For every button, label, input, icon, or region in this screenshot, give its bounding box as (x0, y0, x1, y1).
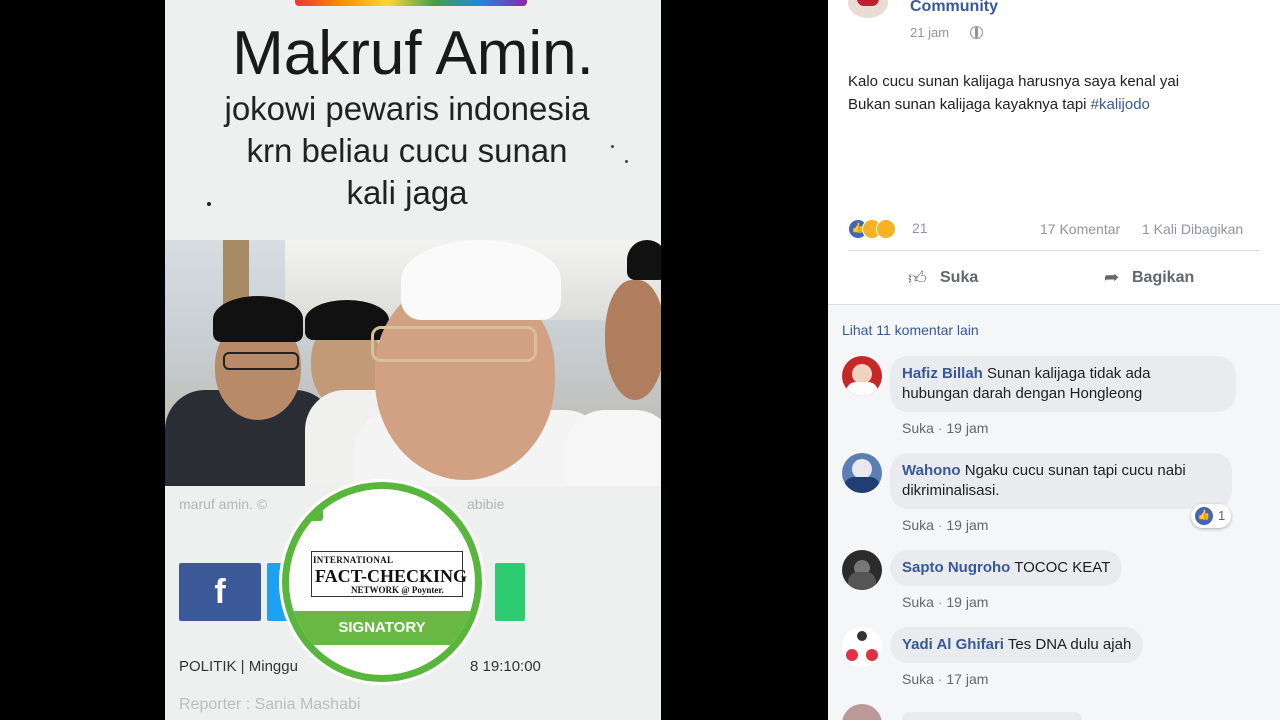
comment-text: Tes DNA dulu ajah (1007, 636, 1132, 653)
page-avatar[interactable] (848, 0, 888, 18)
shared-news-image[interactable]: Makruf Amin. jokowi pewaris indonesia kr… (165, 0, 661, 720)
divider (848, 250, 1260, 251)
reaction-count: 21 (912, 220, 928, 236)
commenter-name[interactable]: Yadi Al Ghifari (902, 636, 1004, 653)
comment-like-link[interactable]: Suka (902, 671, 934, 687)
view-more-comments-link[interactable]: Lihat 11 komentar lain (842, 322, 979, 338)
comment-reaction-count: 1 (1218, 508, 1226, 523)
hashtag-link[interactable]: #kalijodo (1091, 96, 1150, 113)
share-button-label: Bagikan (1132, 269, 1195, 286)
comment-time[interactable]: 19 jam (946, 594, 988, 610)
comment-text-cont: dikriminalisasi. (902, 482, 1000, 499)
like-button-label: Suka (940, 269, 979, 286)
comment-bubble: Hafiz Billah Sunan kalijaga tidak ada hu… (890, 356, 1236, 412)
news-site-logo (295, 0, 527, 6)
news-quote: jokowi pewaris indonesia krn beliau cucu… (187, 88, 627, 214)
comment-meta: Suka · 17 jam (902, 671, 989, 687)
speck (611, 145, 614, 148)
like-reaction-icon: 👍 (1195, 507, 1213, 525)
comment-count-link[interactable]: 17 Komentar (1040, 221, 1120, 237)
comment-text: Sunan kalijaga tidak ada (987, 365, 1151, 382)
comment-like-link[interactable]: Suka (902, 517, 934, 533)
share-count-link[interactable]: 1 Kali Dibagikan (1142, 221, 1243, 237)
article-reporter: Reporter : Sania Mashabi (179, 696, 361, 713)
comment-text: TOCOC KEAT (1014, 559, 1111, 576)
comment-time[interactable]: 19 jam (946, 517, 988, 533)
ifcn-logo-icon: ⊡ (303, 501, 323, 521)
comment-reaction-badge[interactable]: 👍 1 (1191, 504, 1231, 528)
post-text: Kalo cucu sunan kalijaga harusnya saya k… (848, 70, 1268, 116)
quote-line-2: krn beliau cucu sunan (246, 132, 568, 169)
whatsapp-share-button (495, 563, 525, 621)
quote-line-3: kali jaga (346, 174, 468, 211)
comment-bubble: Yadi Al Ghifari Tes DNA dulu ajah (890, 627, 1144, 663)
ifcn-line-3: NETWORK @ Poynter. (351, 585, 444, 595)
ifcn-signatory-badge: ⊡ INTERNATIONAL FACT-CHECKING NETWORK @ … (282, 482, 482, 682)
speck (625, 160, 628, 163)
commenter-name[interactable]: Wahono (902, 462, 961, 479)
comment-meta: Suka · 19 jam (902, 517, 989, 533)
comment-bubble: Wahono Ngaku cucu sunan tapi cucu nabi d… (890, 453, 1232, 509)
comment-time[interactable]: 19 jam (946, 420, 988, 436)
comment-like-link[interactable]: Suka (902, 420, 934, 436)
post-text-line-2-body: Bukan sunan kalijaga kayaknya tapi (848, 96, 1091, 113)
facebook-share-button: f (179, 563, 261, 621)
avatar[interactable] (842, 453, 882, 493)
comment-text-cont: hubungan darah dengan Hongleong (902, 385, 1143, 402)
comment-bubble-partial (902, 712, 1082, 720)
ifcn-line-2: FACT-CHECKING (315, 566, 468, 586)
article-time: 8 19:10:00 (470, 658, 541, 675)
avatar[interactable] (842, 627, 882, 667)
comment-text: Ngaku cucu sunan tapi cucu nabi (964, 462, 1186, 479)
avatar[interactable] (842, 550, 882, 590)
comment-meta: Suka · 19 jam (902, 594, 989, 610)
ifcn-line-1: INTERNATIONAL (313, 555, 394, 565)
facebook-post-panel: Community 21 jam Kalo cucu sunan kalijag… (828, 0, 1280, 720)
post-timestamp[interactable]: 21 jam (910, 25, 949, 40)
wow-reaction-icon (876, 219, 896, 239)
photo-caption-suffix: abibie (467, 496, 505, 512)
photo-caption: maruf amin. © (179, 496, 268, 512)
comment-meta: Suka · 19 jam (902, 420, 989, 436)
avatar[interactable] (842, 356, 882, 396)
quote-line-1: jokowi pewaris indonesia (224, 90, 590, 127)
article-category-date: POLITIK | Minggu (179, 658, 298, 675)
share-arrow-icon: ➦ (1104, 267, 1120, 287)
news-photo (165, 240, 661, 486)
comment-bubble: Sapto Nugroho TOCOC KEAT (890, 550, 1123, 586)
commenter-name[interactable]: Sapto Nugroho (902, 559, 1010, 576)
comment-time[interactable]: 17 jam (946, 671, 988, 687)
speck (207, 202, 211, 206)
ifcn-signatory-band: SIGNATORY (289, 611, 475, 645)
post-text-line-2: Bukan sunan kalijaga kayaknya tapi #kali… (848, 93, 1268, 116)
commenter-name[interactable]: Hafiz Billah (902, 365, 983, 382)
globe-icon (970, 26, 983, 39)
thumbs-up-icon: 👍︎ (908, 268, 927, 288)
page-name-link[interactable]: Community (910, 0, 998, 16)
comment-like-link[interactable]: Suka (902, 594, 934, 610)
post-text-line-1: Kalo cucu sunan kalijaga harusnya saya k… (848, 73, 1180, 90)
news-headline: Makruf Amin. (232, 19, 594, 88)
